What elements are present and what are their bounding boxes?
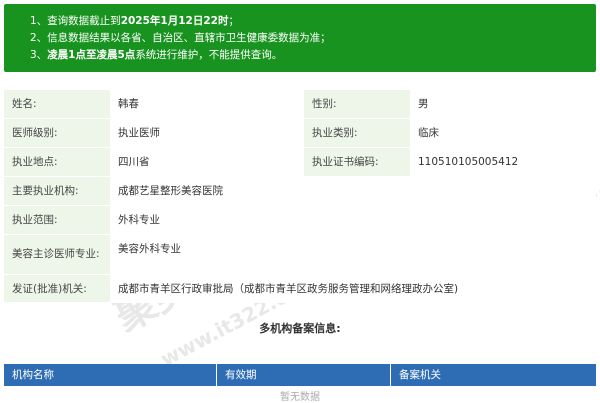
cosmetic-value: 美容外科专业 <box>110 234 596 275</box>
notice-line-3: 3、凌晨1点至凌晨5点系统进行维护，不能提供查询。 <box>30 49 283 61</box>
gender-value: 男 <box>410 90 596 119</box>
notice-line-2: 2、信息数据结果以各省、自治区、直辖市卫生健康委数据为准； <box>30 32 331 44</box>
gender-label: 性别: <box>304 90 410 119</box>
empty-state-text: 暂无数据 <box>280 392 320 403</box>
name-label: 姓名: <box>4 90 110 119</box>
notice-banner: 1、查询数据截止到2025年1月12日22时； 2、信息数据结果以各省、自治区、… <box>4 4 596 72</box>
doctor-info-table: 姓名: 韩春 性别: 男 医师级别: 执业医师 执业类别: 临床 执业地点: 四… <box>4 90 596 303</box>
issuer-label: 发证(批准)机关: <box>4 274 110 303</box>
scope-value: 外科专业 <box>110 205 596 235</box>
column-org-name[interactable]: 机构名称 <box>4 364 216 386</box>
column-filing-authority[interactable]: 备案机关 <box>390 364 596 386</box>
scope-label: 执业范围: <box>4 205 110 235</box>
cosmetic-label: 美容主诊医师专业: <box>4 234 110 275</box>
org-value: 成都艺星整形美容医院 <box>110 176 596 206</box>
category-label: 执业类别: <box>304 118 410 148</box>
cert-value: 110510105005412 <box>410 147 596 177</box>
column-validity[interactable]: 有效期 <box>216 364 390 386</box>
org-label: 主要执业机构: <box>4 176 110 206</box>
location-label: 执业地点: <box>4 147 110 177</box>
location-value: 四川省 <box>110 147 304 177</box>
issuer-value: 成都市青羊区行政审批局（成都市青羊区政务服务管理和网络理政办公室) <box>110 274 596 303</box>
name-value: 韩春 <box>110 90 304 119</box>
level-value: 执业医师 <box>110 118 304 148</box>
level-label: 医师级别: <box>4 118 110 148</box>
cert-label: 执业证书编码: <box>304 147 410 177</box>
category-value: 临床 <box>410 118 596 148</box>
multi-org-table-header: 机构名称 有效期 备案机关 <box>4 364 596 386</box>
notice-line-1: 1、查询数据截止到2025年1月12日22时； <box>30 15 239 27</box>
multi-org-title: 多机构备案信息: <box>259 322 341 335</box>
